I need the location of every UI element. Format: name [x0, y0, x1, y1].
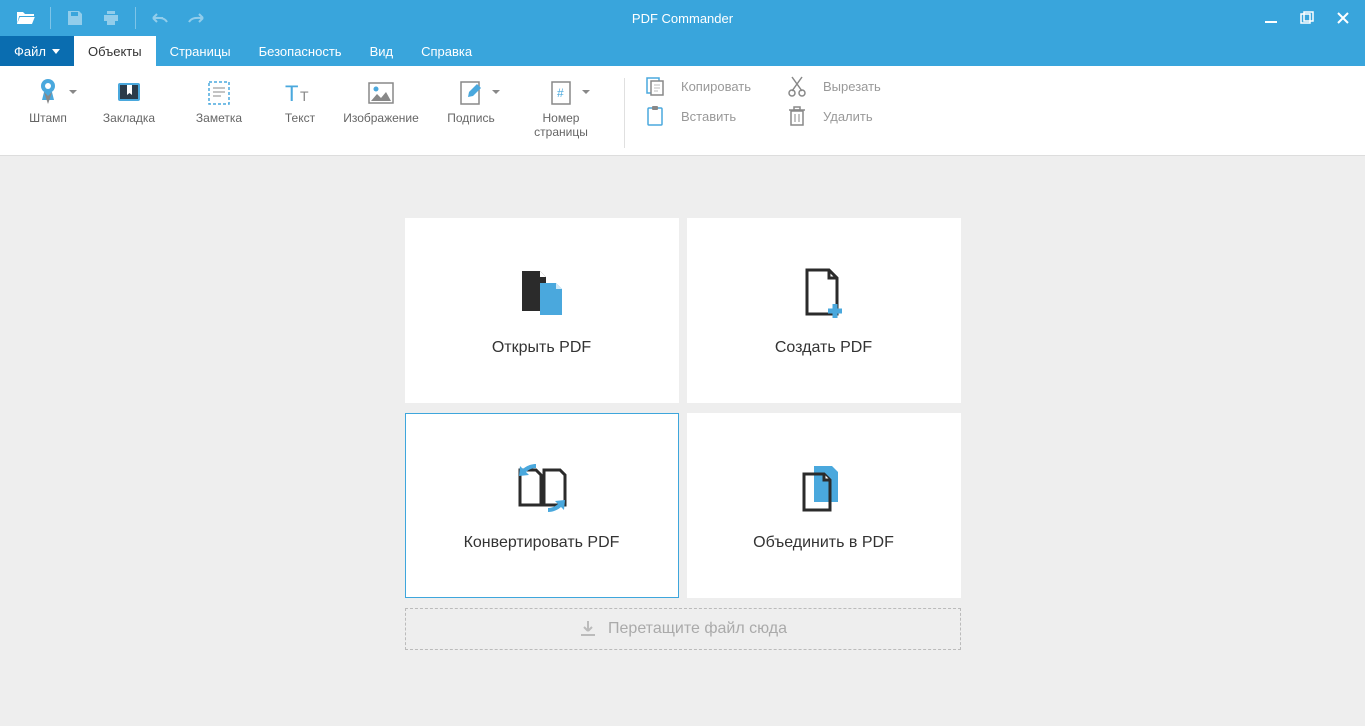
- menu-file[interactable]: Файл: [0, 36, 74, 66]
- page-number-label: Номер страницы: [534, 112, 588, 140]
- menu-pages-label: Страницы: [170, 44, 231, 59]
- redo-icon: [186, 11, 206, 25]
- app-title: PDF Commander: [632, 11, 733, 26]
- print-button[interactable]: [93, 0, 129, 36]
- dropzone[interactable]: Перетащите файл сюда: [405, 608, 961, 650]
- page-number-icon: #: [546, 78, 576, 108]
- separator: [50, 7, 51, 29]
- open-pdf-card[interactable]: Открыть PDF: [405, 218, 679, 403]
- svg-text:#: #: [557, 86, 564, 100]
- note-icon: [204, 78, 234, 108]
- cut-icon: [785, 74, 809, 98]
- merge-pdf-card[interactable]: Объединить в PDF: [687, 413, 961, 598]
- signature-icon: [456, 78, 486, 108]
- signature-button[interactable]: Подпись: [426, 72, 516, 146]
- merge-pdf-label: Объединить в PDF: [753, 534, 894, 552]
- menu-security[interactable]: Безопасность: [245, 36, 356, 66]
- maximize-icon: [1300, 11, 1314, 25]
- save-button[interactable]: [57, 0, 93, 36]
- open-pdf-icon: [514, 265, 570, 321]
- bookmark-button[interactable]: Закладка: [84, 72, 174, 146]
- bookmark-label: Закладка: [103, 112, 155, 126]
- create-pdf-label: Создать PDF: [775, 339, 872, 357]
- redo-button[interactable]: [178, 0, 214, 36]
- menu-help-label: Справка: [421, 44, 472, 59]
- minimize-button[interactable]: [1253, 0, 1289, 36]
- text-label: Текст: [285, 112, 315, 126]
- svg-text:T: T: [300, 88, 309, 104]
- ribbon-separator: [624, 78, 625, 148]
- paste-button[interactable]: Вставить: [681, 109, 771, 124]
- paste-icon: [643, 104, 667, 128]
- maximize-button[interactable]: [1289, 0, 1325, 36]
- ribbon: Штамп Закладка Заметка TT Текст Изображе…: [0, 66, 1365, 156]
- convert-pdf-card[interactable]: Конвертировать PDF: [405, 413, 679, 598]
- folder-open-icon: [16, 10, 36, 26]
- copy-button[interactable]: Копировать: [681, 79, 771, 94]
- dropzone-label: Перетащите файл сюда: [608, 620, 787, 638]
- menu-view[interactable]: Вид: [356, 36, 408, 66]
- merge-pdf-icon: [796, 460, 852, 516]
- undo-icon: [150, 11, 170, 25]
- text-icon: TT: [285, 78, 315, 108]
- action-cards: Открыть PDF Создать PDF Конвертировать P…: [405, 218, 961, 650]
- menu-objects[interactable]: Объекты: [74, 36, 156, 66]
- svg-text:T: T: [285, 81, 298, 105]
- menu-security-label: Безопасность: [259, 44, 342, 59]
- menu-pages[interactable]: Страницы: [156, 36, 245, 66]
- signature-label: Подпись: [447, 112, 495, 126]
- image-button[interactable]: Изображение: [336, 72, 426, 146]
- minimize-icon: [1264, 11, 1278, 25]
- open-file-button[interactable]: [8, 0, 44, 36]
- separator: [135, 7, 136, 29]
- menu-objects-label: Объекты: [88, 44, 142, 59]
- delete-icon: [785, 104, 809, 128]
- copy-icon: [643, 74, 667, 98]
- delete-button[interactable]: Удалить: [823, 109, 913, 124]
- menu-view-label: Вид: [370, 44, 394, 59]
- ribbon-group-edit: Копировать Вырезать Вставить Удалить: [643, 72, 913, 128]
- undo-button[interactable]: [142, 0, 178, 36]
- create-pdf-card[interactable]: Создать PDF: [687, 218, 961, 403]
- cut-button[interactable]: Вырезать: [823, 79, 913, 94]
- menubar: Файл Объекты Страницы Безопасность Вид С…: [0, 36, 1365, 66]
- menu-file-label: Файл: [14, 44, 46, 59]
- workspace: Открыть PDF Создать PDF Конвертировать P…: [0, 156, 1365, 650]
- ribbon-group-objects: Штамп Закладка Заметка TT Текст Изображе…: [12, 72, 606, 146]
- note-button[interactable]: Заметка: [174, 72, 264, 146]
- stamp-icon: [33, 78, 63, 108]
- stamp-button[interactable]: Штамп: [12, 72, 84, 146]
- note-label: Заметка: [196, 112, 242, 126]
- image-icon: [366, 78, 396, 108]
- print-icon: [102, 9, 120, 27]
- close-button[interactable]: [1325, 0, 1361, 36]
- titlebar-left: [0, 0, 214, 36]
- titlebar: PDF Commander: [0, 0, 1365, 36]
- convert-pdf-label: Конвертировать PDF: [464, 534, 620, 552]
- text-button[interactable]: TT Текст: [264, 72, 336, 146]
- open-pdf-label: Открыть PDF: [492, 339, 591, 357]
- save-icon: [66, 9, 84, 27]
- download-icon: [578, 619, 598, 639]
- window-controls: [1253, 0, 1365, 36]
- image-label: Изображение: [343, 112, 419, 126]
- chevron-down-icon: [52, 49, 60, 54]
- bookmark-icon: [114, 78, 144, 108]
- close-icon: [1336, 11, 1350, 25]
- page-number-button[interactable]: # Номер страницы: [516, 72, 606, 146]
- menu-help[interactable]: Справка: [407, 36, 486, 66]
- stamp-label: Штамп: [29, 112, 67, 126]
- create-pdf-icon: [796, 265, 852, 321]
- convert-pdf-icon: [514, 460, 570, 516]
